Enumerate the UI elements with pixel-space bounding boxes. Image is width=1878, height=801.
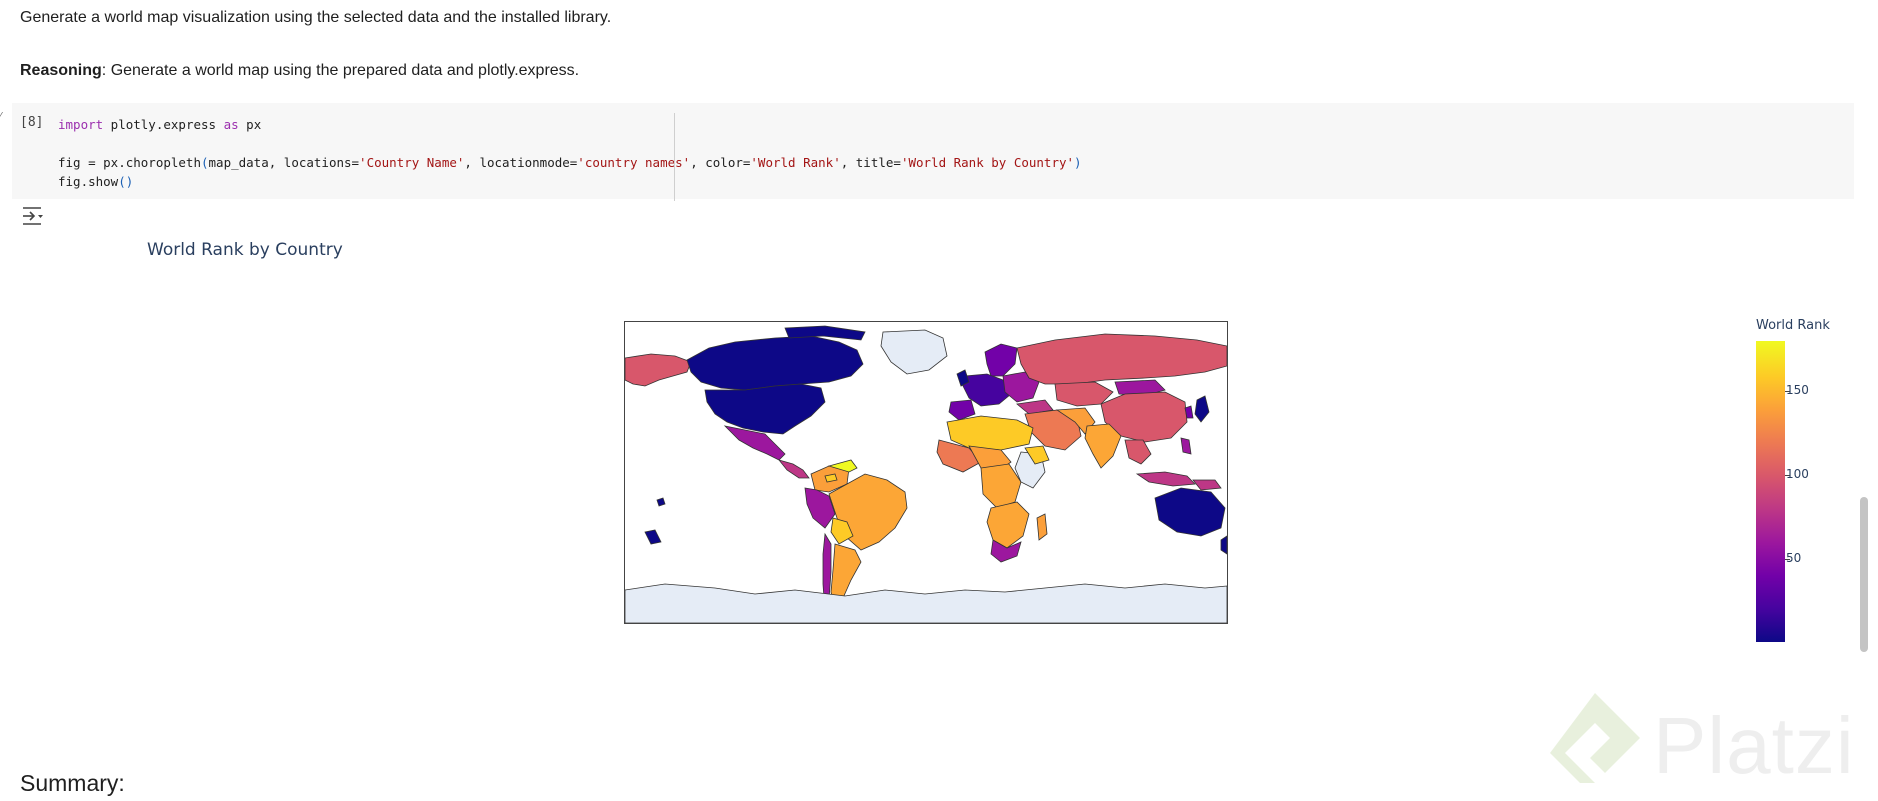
region-pacific-islands (644, 529, 662, 545)
code-editor[interactable]: import plotly.express as px fig = px.cho… (58, 115, 1082, 191)
markdown-reasoning: Reasoning: Generate a world map using th… (20, 61, 579, 81)
colorbar-title: World Rank (1756, 318, 1830, 333)
region-central-america (777, 459, 810, 479)
region-southeast-asia (1124, 439, 1152, 465)
line-length-ruler (674, 113, 675, 201)
code-cell[interactable]: [8] import plotly.express as px fig = px… (12, 103, 1854, 201)
code-token: fig = px.choropleth (58, 155, 201, 170)
region-alaska (625, 353, 692, 387)
vertical-scrollbar-thumb[interactable] (1860, 497, 1868, 652)
code-token: ) (1074, 155, 1082, 170)
region-japan (1194, 395, 1210, 423)
gutter-mark: ⁄ (0, 111, 2, 122)
region-indonesia (1135, 471, 1196, 487)
region-canada (686, 335, 864, 391)
region-australia (1154, 487, 1226, 537)
region-hawaii (656, 497, 666, 507)
code-token: map_data, locations= (208, 155, 360, 170)
region-usa (704, 383, 826, 435)
region-new-zealand (1220, 535, 1227, 555)
code-token: import (58, 117, 104, 132)
platzi-logo-icon (1550, 693, 1640, 783)
output-toggle-icon[interactable] (22, 206, 44, 226)
region-greenland (880, 329, 948, 375)
plot-title: World Rank by Country (147, 240, 343, 260)
region-philippines (1180, 437, 1192, 455)
region-papua (1192, 479, 1222, 491)
colorbar-tick: 100 (1786, 467, 1809, 481)
code-token: as (223, 117, 239, 132)
code-token: px (238, 117, 262, 132)
execution-count: [8] (20, 115, 44, 130)
markdown-intro: Generate a world map visualization using… (20, 9, 612, 26)
code-token: 'World Rank by Country' (900, 155, 1075, 170)
region-scandinavia (984, 343, 1018, 377)
region-antarctica (625, 583, 1227, 623)
colorbar (1756, 341, 1785, 642)
code-token: , title= (840, 155, 901, 170)
code-token: plotly.express (103, 117, 224, 132)
region-india (1084, 423, 1122, 469)
colorbar-tick: 150 (1786, 383, 1809, 397)
region-central-africa (980, 463, 1022, 509)
code-token: fig.show (58, 174, 119, 189)
region-north-africa (946, 415, 1034, 451)
summary-heading: Summary: (20, 770, 125, 796)
choropleth-map[interactable] (624, 321, 1228, 624)
code-token: () (118, 174, 134, 189)
region-iberia (948, 399, 976, 421)
platzi-watermark: Platzi (1545, 688, 1875, 798)
region-madagascar (1036, 513, 1048, 541)
world-map-svg (625, 325, 1227, 623)
colorbar-tick: 50 (1786, 551, 1802, 565)
code-token: ( (201, 155, 209, 170)
code-token: 'Country Name' (359, 155, 465, 170)
code-token: , color= (690, 155, 751, 170)
code-token: , locationmode= (464, 155, 578, 170)
reasoning-text: : Generate a world map using the prepare… (101, 62, 580, 79)
code-token: 'World Rank' (750, 155, 841, 170)
region-russia (1016, 333, 1227, 385)
reasoning-label: Reasoning (20, 62, 102, 79)
watermark-text: Platzi (1653, 701, 1855, 790)
region-arctic-islands (784, 325, 866, 341)
